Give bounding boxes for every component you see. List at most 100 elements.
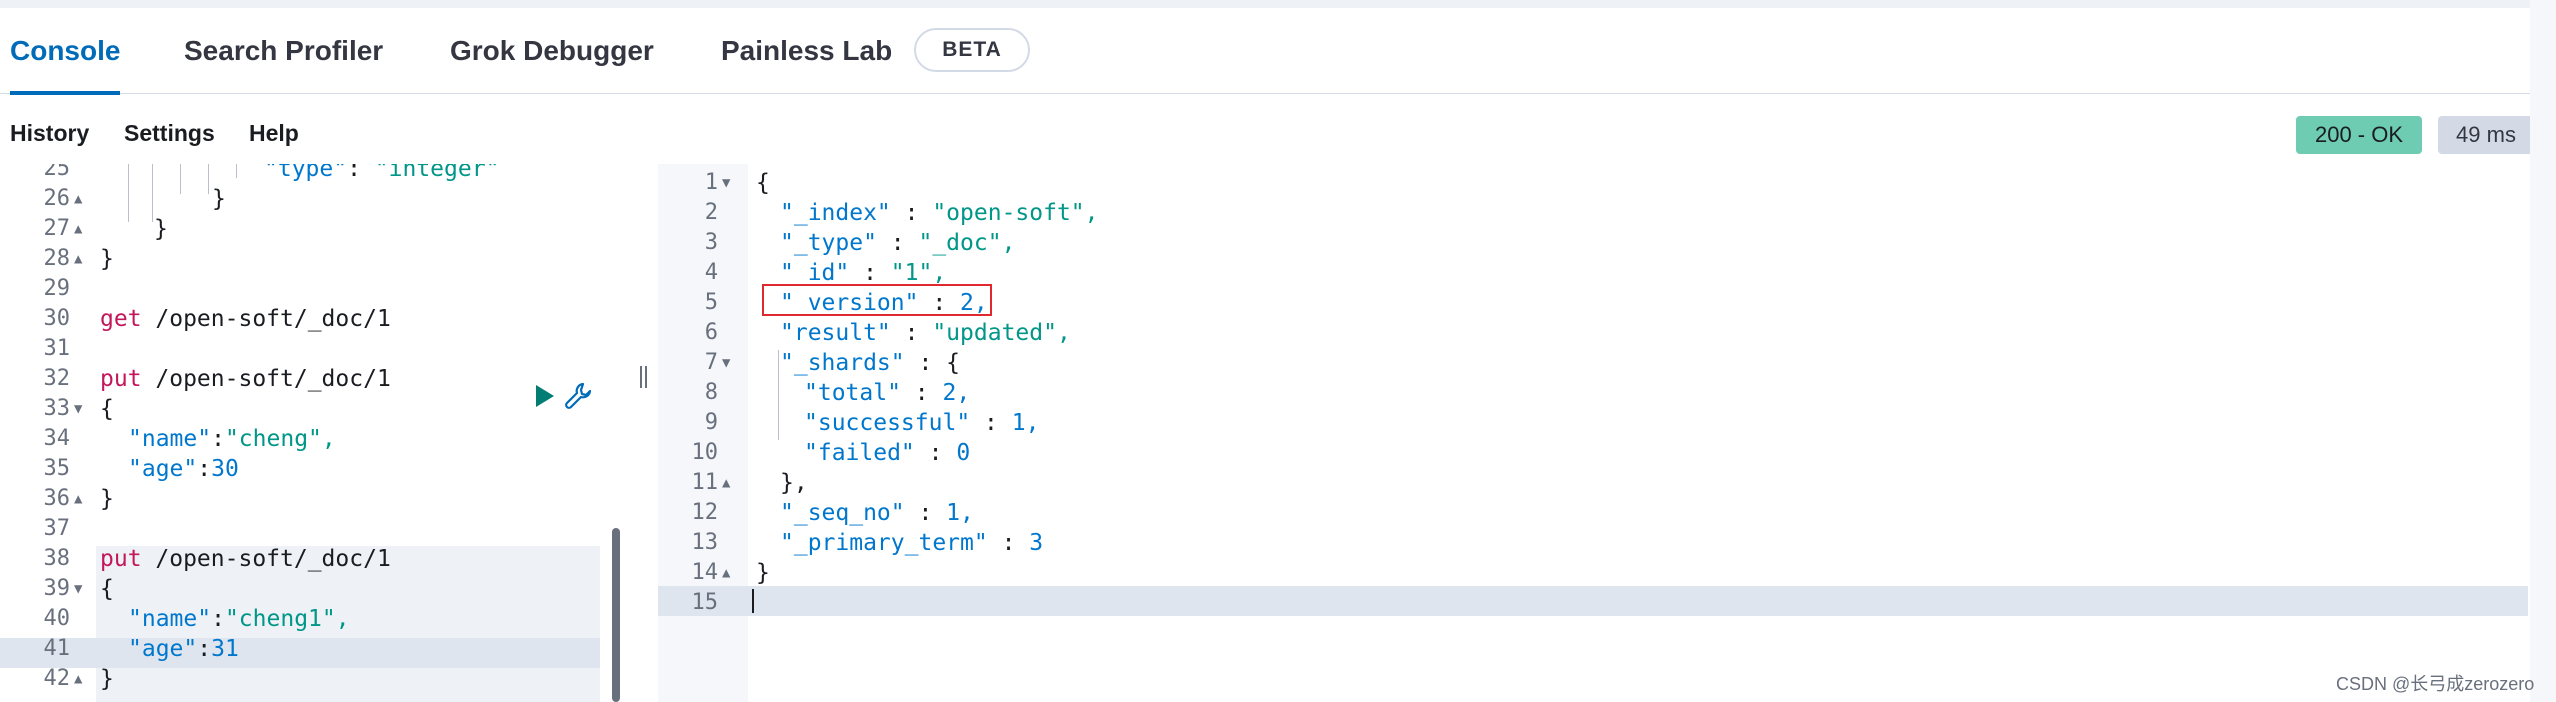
http-method: get <box>100 306 142 332</box>
code-text: } <box>212 184 226 214</box>
fold-toggle-icon[interactable]: ▲ <box>722 558 730 588</box>
code-text: "_shards" : { <box>780 348 960 378</box>
code-text: { <box>100 574 114 604</box>
indent-guide <box>778 350 779 440</box>
code-text: { <box>100 394 114 424</box>
code-text: "_index" : "open-soft", <box>780 198 1099 228</box>
wrench-icon[interactable] <box>564 381 594 411</box>
json-value: 1, <box>946 500 974 526</box>
fold-toggle-icon[interactable]: ▼ <box>722 168 730 198</box>
fold-toggle-icon[interactable]: ▼ <box>722 348 730 378</box>
line-number: 35 <box>43 456 71 481</box>
code-line: 30 get /open-soft/_doc/1 <box>0 304 628 334</box>
fold-toggle-icon[interactable]: ▲ <box>722 468 730 498</box>
json-separator: : <box>197 456 212 482</box>
code-token: } <box>212 186 226 212</box>
code-text: "type": "integer" <box>264 164 499 184</box>
code-token: { <box>100 396 114 422</box>
code-line: 34 "name":"cheng", <box>0 424 628 454</box>
line-number: 39 <box>43 576 71 601</box>
code-text: "result" : "updated", <box>780 318 1071 348</box>
tab-painless-lab[interactable]: Painless Lab <box>721 8 892 94</box>
json-key: "failed" <box>804 440 915 466</box>
json-key: "result" <box>780 320 891 346</box>
line-number: 27 <box>43 216 71 241</box>
fold-toggle-icon[interactable]: ▼ <box>74 394 82 424</box>
line-number: 14 <box>691 560 719 585</box>
json-separator: : <box>890 200 933 226</box>
fold-toggle-icon[interactable]: ▼ <box>74 574 82 604</box>
code-token: } <box>154 216 168 242</box>
json-key: "type" <box>264 164 348 182</box>
code-line: 6 "result" : "updated", <box>658 318 2528 348</box>
play-icon[interactable] <box>534 383 556 409</box>
tab-search-profiler[interactable]: Search Profiler <box>184 8 383 94</box>
line-number: 25 <box>43 164 71 181</box>
resize-handle[interactable] <box>638 364 650 394</box>
code-text: "successful" : 1, <box>804 408 1039 438</box>
line-number: 37 <box>43 516 71 541</box>
request-editor[interactable]: 25 "type": "integer" 26 ▲} 27 ▲} 28 ▲} 29 30 get /… <box>0 164 628 702</box>
json-separator: : <box>211 426 225 452</box>
tab-grok-debugger[interactable]: Grok Debugger <box>450 8 654 94</box>
code-line: 38 put /open-soft/_doc/1 <box>0 544 628 574</box>
code-text: } <box>756 558 770 588</box>
indent-guide <box>180 164 181 194</box>
code-line: 36 ▲} <box>0 484 628 514</box>
json-separator: : <box>890 320 933 346</box>
json-separator: : <box>904 350 947 376</box>
json-value: { <box>946 350 961 376</box>
json-separator: : <box>849 260 891 286</box>
http-method: put <box>100 366 142 392</box>
line-number: 36 <box>43 486 71 511</box>
code-line: 7 ▼ "_shards" : { <box>658 348 2528 378</box>
code-line: 2 "_index" : "open-soft", <box>658 198 2528 228</box>
code-text: } <box>100 244 114 274</box>
version-highlight-box <box>762 284 992 316</box>
json-separator: : <box>987 530 1030 556</box>
code-line: 26 ▲} <box>0 184 628 214</box>
request-path: /open-soft/_doc/1 <box>141 306 391 332</box>
history-link[interactable]: History <box>10 120 89 147</box>
code-text: "name":"cheng", <box>128 424 336 454</box>
request-scrollbar[interactable] <box>612 528 620 702</box>
json-value: "_doc", <box>918 230 1016 256</box>
fold-toggle-icon[interactable]: ▲ <box>74 244 82 274</box>
json-value: 3 <box>1029 530 1044 556</box>
code-text: "name":"cheng1", <box>128 604 350 634</box>
line-number: 9 <box>704 410 718 435</box>
json-separator: : <box>914 440 957 466</box>
code-line: 35 "age":30 <box>0 454 628 484</box>
response-editor: 1 ▼{2 "_index" : "open-soft", 3 "_type" : "_… <box>658 164 2528 702</box>
json-value: 2, <box>942 380 971 406</box>
line-number: 6 <box>704 320 718 345</box>
line-number: 28 <box>43 246 71 271</box>
code-line: 27 ▲} <box>0 214 628 244</box>
json-value: "updated", <box>932 320 1071 346</box>
page-scrollbar-track[interactable] <box>2530 0 2556 702</box>
settings-link[interactable]: Settings <box>124 120 215 147</box>
line-number: 2 <box>704 200 718 225</box>
code-token: } <box>100 666 114 692</box>
code-text: } <box>100 664 114 694</box>
line-number: 10 <box>691 440 719 465</box>
text-cursor <box>752 589 754 613</box>
line-number: 29 <box>43 276 71 301</box>
fold-toggle-icon[interactable]: ▲ <box>74 184 82 214</box>
fold-toggle-icon[interactable]: ▲ <box>74 484 82 514</box>
json-key: "_type" <box>780 230 877 256</box>
line-number: 11 <box>691 470 719 495</box>
help-link[interactable]: Help <box>249 120 299 147</box>
json-separator: : <box>876 230 919 256</box>
json-key: "_index" <box>780 200 891 226</box>
fold-toggle-icon[interactable]: ▲ <box>74 664 82 694</box>
json-separator: : <box>900 380 943 406</box>
status-badge: 200 - OK <box>2296 116 2422 154</box>
fold-toggle-icon[interactable]: ▲ <box>74 214 82 244</box>
line-number: 4 <box>704 260 718 285</box>
json-separator: : <box>970 410 1012 436</box>
tab-console[interactable]: Console <box>10 8 121 95</box>
line-number: 38 <box>43 546 71 571</box>
code-line: 3 "_type" : "_doc", <box>658 228 2528 258</box>
line-number: 7 <box>704 350 718 375</box>
